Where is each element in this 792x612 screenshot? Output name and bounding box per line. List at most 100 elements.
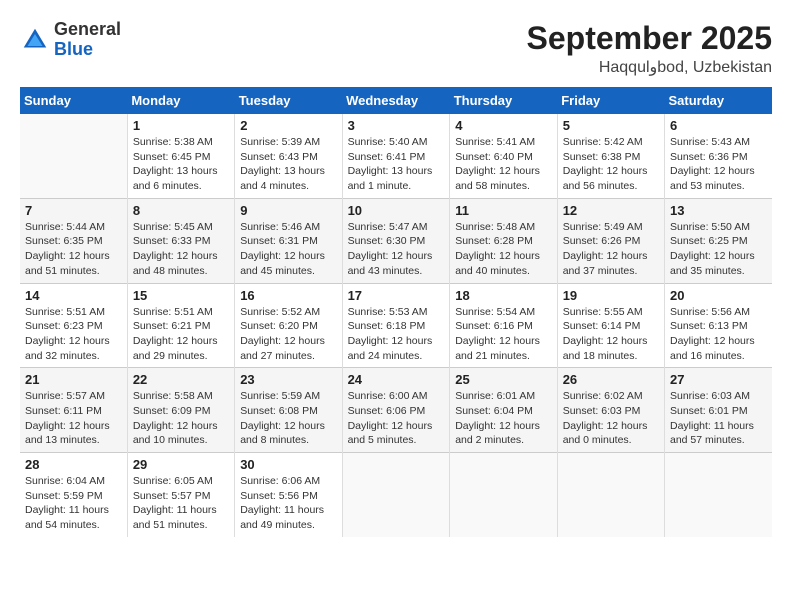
calendar-cell: 12 Sunrise: 5:49 AM Sunset: 6:26 PM Dayli…: [557, 198, 664, 283]
calendar-cell: 1Sunrise: 5:38 AM Sunset: 6:45 PM Daylig…: [127, 114, 234, 198]
calendar-cell: 16Sunrise: 5:52 AM Sunset: 6:20 PM Dayli…: [235, 283, 342, 368]
page-header: General Blue September 2025 Haqqulوbod, …: [20, 20, 772, 77]
calendar-cell: 19 Sunrise: 5:55 AM Sunset: 6:14 PM Dayli…: [557, 283, 664, 368]
calendar-cell: 6 Sunrise: 5:43 AM Sunset: 6:36 PM Daylig…: [665, 114, 773, 198]
day-info: Sunrise: 5:49 AM Sunset: 6:26 PM Dayligh…: [563, 220, 659, 279]
logo-icon: [20, 25, 50, 55]
day-number: 3: [348, 118, 445, 133]
day-info: Sunrise: 6:03 AM Sunset: 6:01 PM Dayligh…: [670, 389, 767, 448]
title-block: September 2025 Haqqulوbod, Uzbekistan: [527, 20, 772, 77]
day-number: 20: [670, 288, 767, 303]
calendar-cell: 30 Sunrise: 6:06 AM Sunset: 5:56 PM Dayli…: [235, 453, 342, 537]
logo-blue-text: Blue: [54, 39, 93, 59]
header-day-tuesday: Tuesday: [235, 87, 342, 114]
day-number: 30: [240, 457, 336, 472]
day-number: 19: [563, 288, 659, 303]
calendar-week-4: 21 Sunrise: 5:57 AM Sunset: 6:11 PM Dayli…: [20, 368, 772, 453]
day-info: Sunrise: 5:43 AM Sunset: 6:36 PM Dayligh…: [670, 135, 767, 194]
day-number: 2: [240, 118, 336, 133]
day-number: 8: [133, 203, 229, 218]
day-info: Sunrise: 5:40 AM Sunset: 6:41 PM Dayligh…: [348, 135, 445, 194]
day-number: 29: [133, 457, 229, 472]
calendar-cell: 8 Sunrise: 5:45 AM Sunset: 6:33 PM Daylig…: [127, 198, 234, 283]
day-info: Sunrise: 5:54 AM Sunset: 6:16 PM Dayligh…: [455, 305, 551, 364]
calendar-week-2: 7 Sunrise: 5:44 AM Sunset: 6:35 PM Daylig…: [20, 198, 772, 283]
calendar-week-3: 14 Sunrise: 5:51 AM Sunset: 6:23 PM Dayli…: [20, 283, 772, 368]
day-number: 12: [563, 203, 659, 218]
day-number: 25: [455, 372, 551, 387]
day-number: 1: [133, 118, 229, 133]
day-number: 17: [348, 288, 445, 303]
day-info: Sunrise: 5:59 AM Sunset: 6:08 PM Dayligh…: [240, 389, 336, 448]
day-info: Sunrise: 6:05 AM Sunset: 5:57 PM Dayligh…: [133, 474, 229, 533]
day-info: Sunrise: 6:04 AM Sunset: 5:59 PM Dayligh…: [25, 474, 122, 533]
header-day-friday: Friday: [557, 87, 664, 114]
day-info: Sunrise: 5:53 AM Sunset: 6:18 PM Dayligh…: [348, 305, 445, 364]
calendar-week-5: 28 Sunrise: 6:04 AM Sunset: 5:59 PM Dayli…: [20, 453, 772, 537]
day-info: Sunrise: 6:06 AM Sunset: 5:56 PM Dayligh…: [240, 474, 336, 533]
day-number: 23: [240, 372, 336, 387]
day-number: 28: [25, 457, 122, 472]
calendar-title: September 2025: [527, 20, 772, 57]
calendar-header-row: SundayMondayTuesdayWednesdayThursdayFrid…: [20, 87, 772, 114]
header-day-monday: Monday: [127, 87, 234, 114]
calendar-cell: 13 Sunrise: 5:50 AM Sunset: 6:25 PM Dayli…: [665, 198, 773, 283]
logo: General Blue: [20, 20, 121, 60]
calendar-week-1: 1Sunrise: 5:38 AM Sunset: 6:45 PM Daylig…: [20, 114, 772, 198]
calendar-cell: 14 Sunrise: 5:51 AM Sunset: 6:23 PM Dayli…: [20, 283, 127, 368]
calendar-cell: 27 Sunrise: 6:03 AM Sunset: 6:01 PM Dayli…: [665, 368, 773, 453]
day-info: Sunrise: 5:42 AM Sunset: 6:38 PM Dayligh…: [563, 135, 659, 194]
header-day-thursday: Thursday: [450, 87, 557, 114]
day-info: Sunrise: 5:39 AM Sunset: 6:43 PM Dayligh…: [240, 135, 336, 194]
day-info: Sunrise: 5:51 AM Sunset: 6:23 PM Dayligh…: [25, 305, 122, 364]
day-info: Sunrise: 6:00 AM Sunset: 6:06 PM Dayligh…: [348, 389, 445, 448]
day-number: 26: [563, 372, 659, 387]
day-number: 22: [133, 372, 229, 387]
calendar-cell: 2 Sunrise: 5:39 AM Sunset: 6:43 PM Daylig…: [235, 114, 342, 198]
calendar-subtitle: Haqqulوbod, Uzbekistan: [527, 57, 772, 77]
calendar-cell: 24 Sunrise: 6:00 AM Sunset: 6:06 PM Dayli…: [342, 368, 450, 453]
calendar-cell: 3 Sunrise: 5:40 AM Sunset: 6:41 PM Daylig…: [342, 114, 450, 198]
header-day-wednesday: Wednesday: [342, 87, 450, 114]
day-number: 6: [670, 118, 767, 133]
day-number: 24: [348, 372, 445, 387]
logo-text: General Blue: [54, 20, 121, 60]
calendar-cell: 9 Sunrise: 5:46 AM Sunset: 6:31 PM Daylig…: [235, 198, 342, 283]
calendar-cell: [450, 453, 557, 537]
calendar-cell: 17 Sunrise: 5:53 AM Sunset: 6:18 PM Dayli…: [342, 283, 450, 368]
calendar-cell: 20Sunrise: 5:56 AM Sunset: 6:13 PM Dayli…: [665, 283, 773, 368]
calendar-cell: 11 Sunrise: 5:48 AM Sunset: 6:28 PM Dayli…: [450, 198, 557, 283]
day-number: 14: [25, 288, 122, 303]
day-info: Sunrise: 6:01 AM Sunset: 6:04 PM Dayligh…: [455, 389, 551, 448]
calendar-cell: 29 Sunrise: 6:05 AM Sunset: 5:57 PM Dayli…: [127, 453, 234, 537]
day-info: Sunrise: 5:45 AM Sunset: 6:33 PM Dayligh…: [133, 220, 229, 279]
day-number: 18: [455, 288, 551, 303]
day-info: Sunrise: 5:55 AM Sunset: 6:14 PM Dayligh…: [563, 305, 659, 364]
calendar-cell: [20, 114, 127, 198]
day-number: 21: [25, 372, 122, 387]
day-number: 13: [670, 203, 767, 218]
day-number: 27: [670, 372, 767, 387]
calendar-cell: [342, 453, 450, 537]
calendar-cell: 4 Sunrise: 5:41 AM Sunset: 6:40 PM Daylig…: [450, 114, 557, 198]
day-info: Sunrise: 5:44 AM Sunset: 6:35 PM Dayligh…: [25, 220, 122, 279]
day-number: 4: [455, 118, 551, 133]
day-info: Sunrise: 5:48 AM Sunset: 6:28 PM Dayligh…: [455, 220, 551, 279]
calendar-cell: 10Sunrise: 5:47 AM Sunset: 6:30 PM Dayli…: [342, 198, 450, 283]
day-info: Sunrise: 5:47 AM Sunset: 6:30 PM Dayligh…: [348, 220, 445, 279]
header-day-sunday: Sunday: [20, 87, 127, 114]
calendar-cell: 15Sunrise: 5:51 AM Sunset: 6:21 PM Dayli…: [127, 283, 234, 368]
calendar-cell: 7 Sunrise: 5:44 AM Sunset: 6:35 PM Daylig…: [20, 198, 127, 283]
day-info: Sunrise: 5:46 AM Sunset: 6:31 PM Dayligh…: [240, 220, 336, 279]
day-info: Sunrise: 5:57 AM Sunset: 6:11 PM Dayligh…: [25, 389, 122, 448]
calendar-table: SundayMondayTuesdayWednesdayThursdayFrid…: [20, 87, 772, 537]
day-info: Sunrise: 5:41 AM Sunset: 6:40 PM Dayligh…: [455, 135, 551, 194]
day-info: Sunrise: 5:50 AM Sunset: 6:25 PM Dayligh…: [670, 220, 767, 279]
day-number: 7: [25, 203, 122, 218]
day-number: 11: [455, 203, 551, 218]
calendar-cell: 26Sunrise: 6:02 AM Sunset: 6:03 PM Dayli…: [557, 368, 664, 453]
calendar-cell: [665, 453, 773, 537]
calendar-cell: [557, 453, 664, 537]
calendar-cell: 25 Sunrise: 6:01 AM Sunset: 6:04 PM Dayli…: [450, 368, 557, 453]
day-number: 9: [240, 203, 336, 218]
